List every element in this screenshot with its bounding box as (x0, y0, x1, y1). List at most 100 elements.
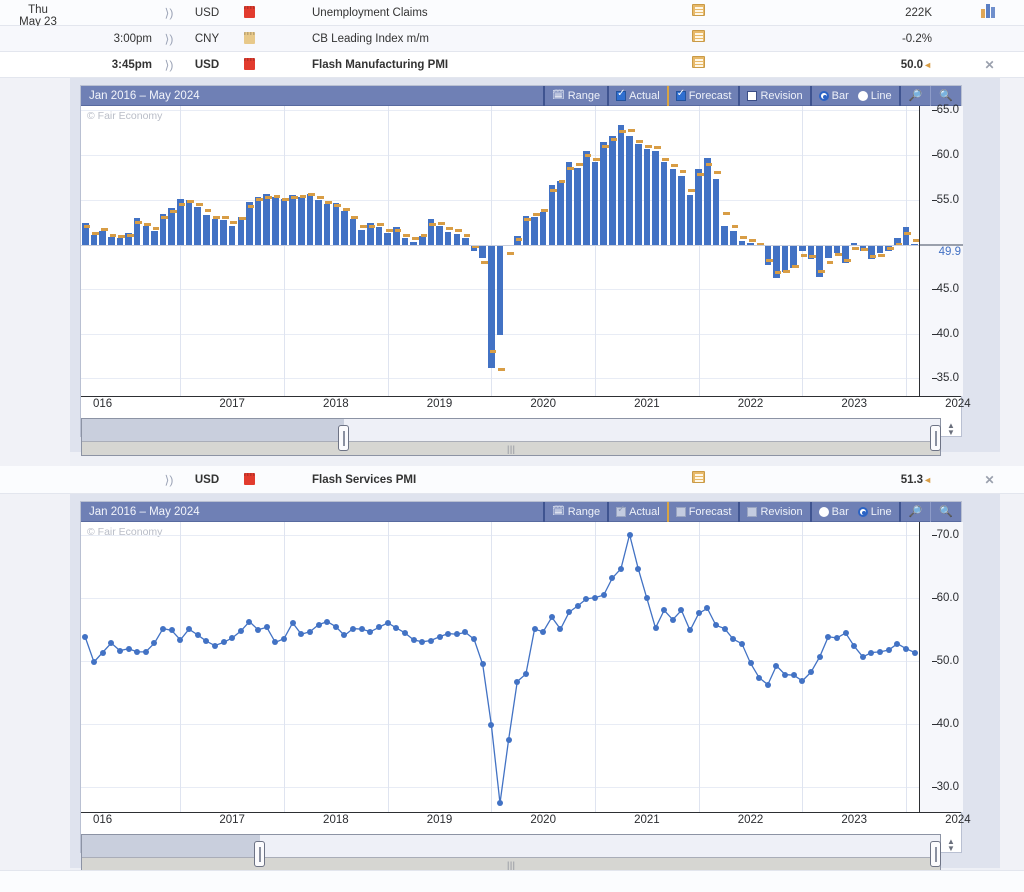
bar-actual[interactable] (479, 245, 486, 258)
chart-mode-radios[interactable]: Bar Line (809, 501, 899, 522)
data-point[interactable] (911, 649, 918, 656)
data-point[interactable] (652, 624, 659, 631)
bar-actual[interactable] (876, 245, 884, 254)
data-point[interactable] (134, 648, 141, 655)
speaker-icon[interactable]: ⟩) (160, 26, 178, 52)
data-point[interactable] (445, 630, 452, 637)
data-point[interactable] (782, 671, 789, 678)
data-point[interactable] (514, 678, 521, 685)
data-point[interactable] (125, 645, 132, 652)
speaker-icon[interactable]: ⟩) (160, 0, 178, 26)
range-handle-left[interactable] (254, 841, 265, 867)
data-point[interactable] (410, 636, 417, 643)
data-point[interactable] (453, 631, 460, 638)
data-point[interactable] (427, 637, 434, 644)
bar-actual[interactable] (211, 219, 219, 246)
bar-actual[interactable] (591, 162, 599, 246)
revision-checkbox[interactable]: Revision (738, 501, 809, 522)
data-point[interactable] (747, 660, 754, 667)
bar-actual[interactable] (453, 234, 461, 246)
radio-bar-icon[interactable] (818, 90, 829, 101)
chart-mode-radios[interactable]: Bar Line (809, 85, 899, 106)
data-point[interactable] (825, 633, 832, 640)
bar-actual[interactable] (298, 197, 305, 246)
forecast-checkbox[interactable]: Forecast (666, 501, 739, 522)
speaker-icon[interactable]: ⟩) (160, 466, 178, 494)
bar-actual[interactable] (177, 198, 184, 246)
bar-actual[interactable] (315, 199, 322, 246)
data-point[interactable] (358, 626, 365, 633)
bar-actual[interactable] (643, 148, 651, 246)
bar-actual[interactable] (902, 227, 910, 246)
data-point[interactable] (255, 626, 262, 633)
actual-checkbox[interactable]: Actual (607, 501, 667, 522)
bar-actual[interactable] (341, 211, 348, 246)
detail-folder-icon[interactable] (688, 26, 708, 52)
data-point[interactable] (842, 629, 849, 636)
bar-actual[interactable] (116, 238, 124, 246)
bar-actual[interactable] (90, 235, 98, 246)
bar-actual[interactable] (634, 144, 642, 246)
data-point[interactable] (816, 653, 823, 660)
data-point[interactable] (600, 592, 607, 599)
bar-actual[interactable] (600, 141, 607, 246)
row-event-title[interactable]: Flash Services PMI (312, 466, 416, 494)
bar-actual[interactable] (583, 150, 590, 246)
bar-actual[interactable] (617, 124, 625, 246)
bar-actual[interactable] (462, 238, 469, 246)
zoom-in-icon[interactable]: 🔎 (898, 501, 931, 522)
chart2-canvas[interactable]: © Fair Economy (81, 522, 919, 812)
bar-actual[interactable] (704, 157, 711, 246)
actual-checkbox[interactable]: Actual (607, 85, 667, 106)
bar-graph-icon[interactable] (975, 0, 1003, 26)
data-point[interactable] (211, 642, 218, 649)
data-point[interactable] (592, 594, 599, 601)
data-point[interactable] (833, 635, 840, 641)
data-point[interactable] (237, 628, 244, 635)
bar-actual[interactable] (228, 226, 236, 246)
bar-actual[interactable] (548, 184, 556, 246)
bar-actual[interactable] (401, 238, 409, 246)
bar-actual[interactable] (220, 220, 227, 246)
bar-actual[interactable] (168, 207, 175, 246)
forecast-checkbox[interactable]: Forecast (666, 85, 739, 106)
range-button[interactable]: 🗓 Range (542, 501, 607, 522)
bar-actual[interactable] (289, 195, 296, 246)
revision-checkbox[interactable]: Revision (738, 85, 809, 106)
radio-bar-icon[interactable] (818, 506, 829, 517)
bar-actual[interactable] (686, 195, 694, 246)
data-point[interactable] (384, 619, 391, 626)
bar-actual[interactable] (531, 216, 538, 246)
zoom-out-icon[interactable]: 🔍 (930, 501, 961, 522)
data-point[interactable] (160, 625, 167, 632)
data-point[interactable] (306, 628, 313, 635)
bar-actual[interactable] (609, 136, 616, 246)
detail-folder-icon[interactable] (688, 466, 708, 494)
bar-actual[interactable] (764, 245, 772, 265)
data-point[interactable] (401, 629, 408, 636)
table-row[interactable]: Thu May 23 ⟩) USD Unemployment Claims 22… (0, 0, 1024, 28)
bar-actual[interactable] (678, 175, 685, 246)
close-icon[interactable]: ✕ (975, 52, 1003, 78)
range-handle-right[interactable] (930, 425, 941, 451)
bar-actual[interactable] (272, 197, 279, 246)
zoom-out-icon[interactable]: 🔍 (930, 85, 961, 106)
bar-actual[interactable] (539, 212, 547, 246)
bar-actual[interactable] (574, 167, 582, 246)
data-point[interactable] (263, 624, 270, 631)
detail-folder-icon[interactable] (688, 52, 708, 78)
data-point[interactable] (505, 736, 512, 743)
bar-actual[interactable] (626, 136, 633, 246)
data-point[interactable] (738, 640, 745, 647)
bar-actual[interactable] (280, 198, 288, 246)
data-point[interactable] (324, 618, 331, 625)
data-point[interactable] (764, 681, 771, 688)
band-grip-icon[interactable]: ||| (507, 445, 516, 454)
bar-actual[interactable] (306, 194, 314, 246)
data-point[interactable] (142, 648, 149, 655)
data-point[interactable] (903, 645, 910, 652)
data-point[interactable] (315, 621, 322, 628)
data-point[interactable] (436, 633, 443, 640)
table-row-selected[interactable]: ⟩) USD Flash Services PMI 51.3◄ ✕ (0, 466, 1024, 494)
radio-line-icon[interactable] (857, 90, 868, 101)
